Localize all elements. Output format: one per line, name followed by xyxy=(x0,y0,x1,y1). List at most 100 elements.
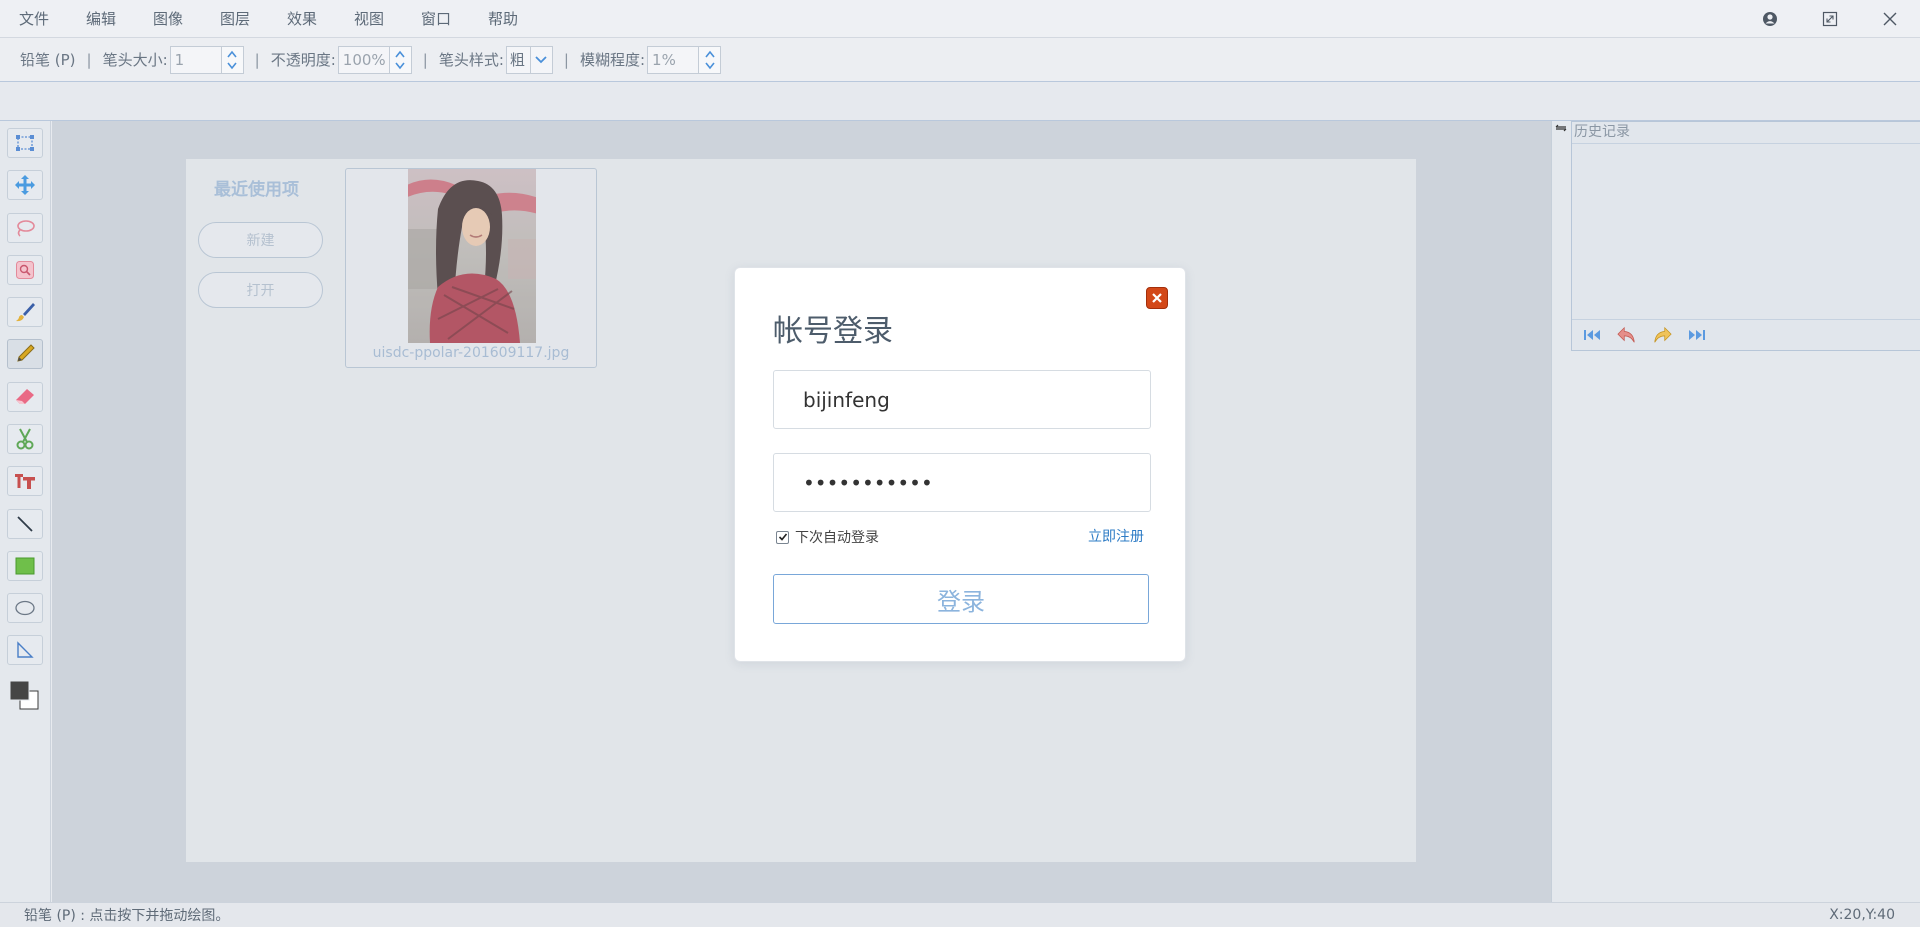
status-hint: 铅笔 (P) : 点击按下并拖动绘图。 xyxy=(24,908,230,924)
triangle-icon xyxy=(17,641,34,658)
dialog-close-button[interactable] xyxy=(1146,287,1168,309)
menu-layer[interactable]: 图层 xyxy=(201,8,268,29)
collapse-panel-icon[interactable] xyxy=(1555,123,1567,133)
redo-icon xyxy=(1654,326,1672,343)
tool-palette xyxy=(0,121,51,902)
login-dialog: 帐号登录 下次自动登录 立即注册 登录 xyxy=(734,267,1186,662)
document-tabs-bar xyxy=(0,81,1920,121)
brush-size-spinner[interactable]: 1 xyxy=(169,45,244,74)
right-panel: 历史记录 xyxy=(1551,121,1920,902)
menu-image[interactable]: 图像 xyxy=(134,8,201,29)
password-input[interactable] xyxy=(803,470,1150,495)
brush-icon xyxy=(16,303,35,322)
tool-ellipse[interactable] xyxy=(7,593,43,623)
remember-me[interactable]: 下次自动登录 xyxy=(776,527,879,547)
rectangle-fill-icon xyxy=(15,557,35,575)
check-icon xyxy=(778,533,787,541)
close-icon xyxy=(1883,12,1897,26)
history-first-button[interactable] xyxy=(1582,325,1602,345)
brush-style-select[interactable]: 粗 xyxy=(505,45,553,74)
menubar: 文件 编辑 图像 图层 效果 视图 窗口 帮助 xyxy=(0,0,1920,38)
tool-triangle[interactable] xyxy=(7,635,43,665)
blur-spinner[interactable]: 1% xyxy=(647,45,722,74)
remember-label[interactable]: 下次自动登录 xyxy=(795,527,879,547)
menu-effects[interactable]: 效果 xyxy=(268,8,335,29)
recent-file-card[interactable]: uisdc-ppolar-201609117.jpg xyxy=(345,168,597,368)
brush-style-value: 粗 xyxy=(509,51,525,69)
history-redo-button[interactable] xyxy=(1652,325,1672,345)
blur-value[interactable]: 1% xyxy=(648,51,698,69)
status-bar: 铅笔 (P) : 点击按下并拖动绘图。 X:20,Y:40 xyxy=(0,902,1920,927)
tool-line[interactable] xyxy=(7,509,43,539)
move-icon xyxy=(15,175,35,195)
tool-eraser[interactable] xyxy=(7,382,43,412)
menu-file[interactable]: 文件 xyxy=(0,8,67,29)
window-controls xyxy=(1740,0,1920,38)
opacity-label: 不透明度: xyxy=(270,51,336,69)
opacity-spinner[interactable]: 100% xyxy=(337,45,412,74)
eraser-icon xyxy=(16,389,34,404)
recent-file-name[interactable]: uisdc-ppolar-201609117.jpg xyxy=(346,345,596,361)
close-button[interactable] xyxy=(1860,0,1920,38)
text-icon xyxy=(15,474,35,489)
menu-view[interactable]: 视图 xyxy=(335,8,402,29)
menu-help[interactable]: 帮助 xyxy=(469,8,536,29)
spinner-arrows-icon[interactable] xyxy=(698,46,721,73)
tool-scissors[interactable] xyxy=(7,424,43,454)
tool-text[interactable] xyxy=(7,466,43,496)
separator: | xyxy=(254,50,260,69)
tool-rectangle[interactable] xyxy=(7,551,43,581)
maximize-icon xyxy=(1822,11,1838,27)
separator: | xyxy=(86,50,92,69)
brush-style-label: 笔头样式: xyxy=(438,51,504,69)
tool-move[interactable] xyxy=(7,170,43,200)
tool-lasso[interactable] xyxy=(7,213,43,243)
tool-options-bar: 铅笔 (P) | 笔头大小: 1 | 不透明度: 100% | 笔头样式: 粗 … xyxy=(0,38,1920,81)
history-undo-button[interactable] xyxy=(1617,325,1637,345)
last-step-icon xyxy=(1689,330,1705,340)
open-button[interactable]: 打开 xyxy=(198,272,323,308)
history-controls xyxy=(1572,320,1920,350)
app-window: 文件 编辑 图像 图层 效果 视图 窗口 帮助 铅笔 (P) | 笔头大小: 1… xyxy=(0,0,1920,927)
menu-edit[interactable]: 编辑 xyxy=(67,8,134,29)
close-icon xyxy=(1152,293,1162,303)
history-list[interactable] xyxy=(1572,144,1920,320)
history-panel: 历史记录 xyxy=(1571,121,1920,351)
blur-label: 模糊程度: xyxy=(579,51,646,69)
user-icon xyxy=(1763,12,1777,26)
tool-pencil[interactable] xyxy=(7,339,43,369)
history-last-button[interactable] xyxy=(1687,325,1707,345)
tool-rectangle-select[interactable] xyxy=(7,128,43,158)
new-button[interactable]: 新建 xyxy=(198,222,323,258)
color-swatch[interactable] xyxy=(9,680,41,712)
login-button[interactable]: 登录 xyxy=(773,574,1149,624)
recent-title: 最近使用项 xyxy=(214,180,299,200)
maximize-button[interactable] xyxy=(1800,0,1860,38)
recent-file-thumbnail[interactable] xyxy=(408,169,536,343)
rectangle-select-icon xyxy=(16,135,34,151)
scissors-icon xyxy=(16,428,34,450)
brush-size-label: 笔头大小: xyxy=(102,51,168,69)
tool-brush[interactable] xyxy=(7,297,43,327)
register-link[interactable]: 立即注册 xyxy=(1088,526,1144,546)
chevron-down-icon[interactable] xyxy=(529,46,552,73)
spinner-arrows-icon[interactable] xyxy=(388,46,411,73)
password-field[interactable] xyxy=(773,453,1151,512)
user-button[interactable] xyxy=(1740,0,1800,38)
pencil-icon xyxy=(17,344,35,362)
tool-magic-select[interactable] xyxy=(7,255,43,285)
first-step-icon xyxy=(1584,330,1600,340)
history-title: 历史记录 xyxy=(1572,122,1920,144)
username-field[interactable] xyxy=(773,370,1151,429)
username-input[interactable] xyxy=(803,387,1150,412)
current-tool-label: 铅笔 (P) xyxy=(20,51,76,69)
opacity-value[interactable]: 100% xyxy=(339,51,389,69)
remember-checkbox[interactable] xyxy=(776,530,789,544)
menu-window[interactable]: 窗口 xyxy=(402,8,469,29)
cursor-coordinates: X:20,Y:40 xyxy=(1829,907,1895,923)
separator: | xyxy=(563,50,569,69)
spinner-arrows-icon[interactable] xyxy=(220,46,243,73)
line-icon xyxy=(17,516,33,532)
brush-size-value[interactable]: 1 xyxy=(171,51,221,69)
color-swatch-icon xyxy=(9,680,39,710)
